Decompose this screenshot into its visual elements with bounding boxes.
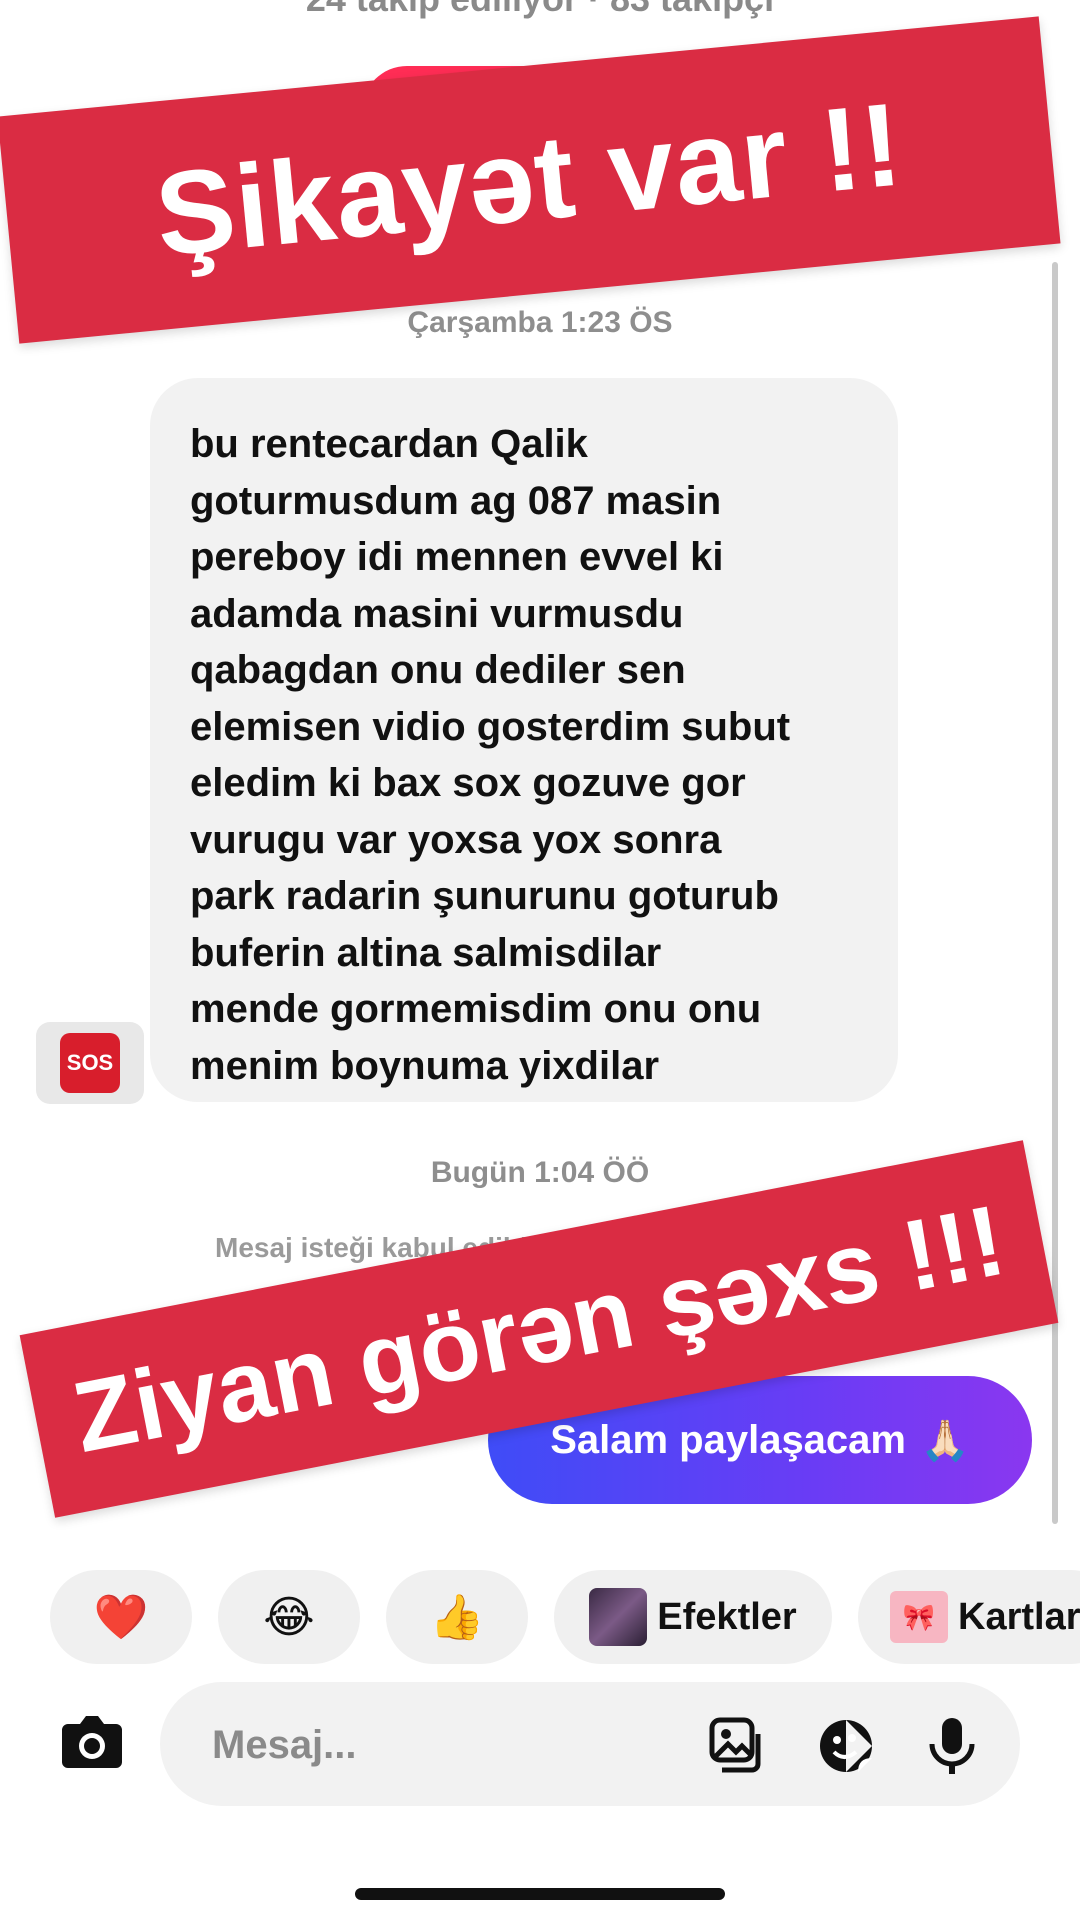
heart-icon: ❤️ <box>93 1593 149 1642</box>
microphone-icon[interactable] <box>922 1716 982 1776</box>
message-composer <box>160 1682 1020 1808</box>
complaint-banner: Şikayət var !! <box>0 16 1061 344</box>
outgoing-message-text: Salam paylaşacam <box>550 1417 906 1462</box>
thumbs-up-reaction-chip[interactable]: 👍 <box>386 1570 528 1664</box>
gallery-icon[interactable] <box>708 1716 768 1776</box>
home-indicator[interactable] <box>355 1888 725 1900</box>
effect-thumbnail-icon <box>589 1588 648 1646</box>
message-input[interactable] <box>210 1682 634 1808</box>
complaint-banner-text: Şikayət var !! <box>150 78 908 282</box>
sticker-icon[interactable] <box>816 1716 876 1776</box>
camera-icon[interactable] <box>54 1702 130 1778</box>
incoming-message-text: bu rentecardan Qalik goturmusdum ag 087 … <box>190 422 791 1088</box>
sos-icon: SOS <box>60 1033 120 1093</box>
heart-reaction-chip[interactable]: ❤️ <box>50 1570 192 1664</box>
quick-reactions-row: ❤️ 😂 👍 Efektler 🎀 Kartlar <box>0 1570 1080 1664</box>
ribbon-icon: 🎀 <box>890 1591 948 1643</box>
scrollbar[interactable] <box>1052 262 1058 1524</box>
praying-hands-emoji: 🙏🏻 <box>920 1418 970 1463</box>
incoming-message-bubble[interactable]: bu rentecardan Qalik goturmusdum ag 087 … <box>150 378 898 1102</box>
laugh-icon: 😂 <box>263 1592 315 1642</box>
cards-label: Kartlar <box>958 1595 1080 1638</box>
thumbs-up-icon: 👍 <box>429 1593 485 1642</box>
cards-chip[interactable]: 🎀 Kartlar <box>858 1570 1080 1664</box>
follow-counts: 24 takip ediliyor · 83 takipçi <box>0 0 1080 20</box>
laugh-reaction-chip[interactable]: 😂 <box>218 1570 360 1664</box>
effects-label: Efektler <box>657 1595 797 1638</box>
avatar[interactable]: SOS <box>36 1022 144 1104</box>
effects-chip[interactable]: Efektler <box>554 1570 832 1664</box>
